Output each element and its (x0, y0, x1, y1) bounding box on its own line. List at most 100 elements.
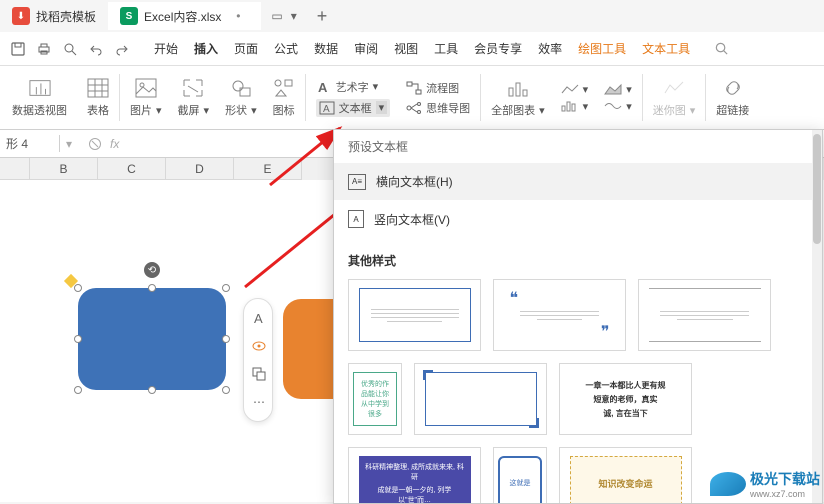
ribbon-label: 迷你图 (653, 102, 686, 118)
ribbon-sparkline[interactable]: 迷你图▾ (645, 66, 704, 129)
resize-handle[interactable] (222, 335, 230, 343)
chevron-down-icon[interactable]: ▾ (376, 101, 388, 114)
dropdown-vertical-textbox[interactable]: A 竖向文本框(V) (334, 200, 822, 238)
ribbon-shapes[interactable]: 形状▾ (217, 66, 265, 129)
chevron-down-icon[interactable]: ▾ (539, 104, 545, 117)
window-icon[interactable]: ▭ (271, 9, 282, 23)
ribbon-pivot[interactable]: 数据透视图 (0, 66, 79, 129)
ribbon-area-chart[interactable]: ▾ (604, 83, 632, 96)
more-tool-icon[interactable]: ⋯ (248, 391, 270, 413)
tab-excel[interactable]: S Excel内容.xlsx • (108, 2, 261, 30)
formula-fx-icon[interactable]: fx (110, 137, 119, 151)
menu-formula[interactable]: 公式 (274, 40, 298, 57)
col-header[interactable]: C (98, 158, 166, 180)
ribbon-flowchart[interactable]: 流程图 (406, 80, 470, 96)
menu-start[interactable]: 开始 (154, 40, 178, 57)
menu-review[interactable]: 审阅 (354, 40, 378, 57)
menu-page[interactable]: 页面 (234, 40, 258, 57)
mindmap-icon (406, 101, 422, 115)
tab-close-icon[interactable]: • (227, 9, 249, 23)
resize-handle[interactable] (222, 284, 230, 292)
resize-handle[interactable] (74, 284, 82, 292)
textbox-style-6[interactable]: 一章一本都比人更有规短意的老师，真实诚, 言在当下 (559, 363, 692, 435)
save-icon[interactable] (10, 41, 26, 57)
ribbon-screenshot[interactable]: 截屏▾ (170, 66, 218, 129)
rotate-handle[interactable]: ⟲ (144, 262, 160, 278)
text-tool-icon[interactable]: A (248, 307, 270, 329)
name-box[interactable]: 形 4 (0, 135, 60, 152)
resize-handle[interactable] (148, 284, 156, 292)
new-tab-button[interactable]: + (307, 6, 338, 27)
menu-member[interactable]: 会员专享 (474, 40, 522, 57)
menu-data[interactable]: 数据 (314, 40, 338, 57)
print-icon[interactable] (36, 41, 52, 57)
textbox-style-7[interactable]: 科研精神整理, 成所成就来来, 科研成就是一朝一夕的, 列学以"世"而… (348, 447, 481, 504)
preview-icon[interactable] (62, 41, 78, 57)
chevron-down-icon[interactable]: ▾ (583, 83, 589, 96)
textbox-style-4[interactable]: 优秀的作品能让你从中学到很多 (348, 363, 402, 435)
textbox-style-9[interactable]: 知识改变命运 (559, 447, 692, 504)
chevron-down-icon[interactable]: ▾ (204, 104, 210, 117)
ribbon-label: 图标 (273, 102, 295, 118)
chevron-down-icon[interactable]: ▾ (373, 80, 379, 93)
color-tool-icon[interactable] (248, 335, 270, 357)
col-header[interactable]: B (30, 158, 98, 180)
ribbon-table[interactable]: 表格 (79, 66, 117, 129)
textbox-style-3[interactable] (638, 279, 771, 351)
all-charts-icon (507, 77, 529, 99)
search-icon[interactable] (704, 41, 739, 56)
menu-efficiency[interactable]: 效率 (538, 40, 562, 57)
col-header[interactable]: E (234, 158, 302, 180)
chevron-down-icon[interactable]: ▾ (583, 100, 589, 113)
textbox-style-2[interactable]: ❝❞ (493, 279, 626, 351)
cancel-icon[interactable] (88, 137, 102, 151)
shape-rounded-rect[interactable]: ⟲ (78, 288, 226, 390)
redo-icon[interactable] (114, 41, 130, 57)
resize-handle[interactable] (222, 386, 230, 394)
excel-icon: S (120, 7, 138, 25)
resize-handle[interactable] (148, 386, 156, 394)
scrollbar-vertical[interactable] (812, 130, 822, 503)
chevron-down-icon[interactable]: ▾ (60, 137, 78, 151)
menu-view[interactable]: 视图 (394, 40, 418, 57)
resize-handle[interactable] (74, 335, 82, 343)
menu-tools[interactable]: 工具 (434, 40, 458, 57)
shape-orange-rect[interactable] (283, 299, 333, 399)
ribbon-wave[interactable]: ▾ (604, 100, 632, 113)
resize-handle[interactable] (74, 386, 82, 394)
dropdown-horizontal-textbox[interactable]: A≡ 横向文本框(H) (334, 163, 822, 200)
sparkline-icon (663, 77, 685, 99)
ribbon-icons[interactable]: 图标 (265, 66, 303, 129)
menu-draw-tools[interactable]: 绘图工具 (578, 40, 626, 57)
chevron-down-icon[interactable]: ▾ (626, 100, 632, 113)
menu-text-tools[interactable]: 文本工具 (642, 40, 690, 57)
ribbon-picture[interactable]: 图片▾ (122, 66, 170, 129)
ribbon-label: 超链接 (716, 102, 749, 118)
ribbon-bar-chart[interactable]: ▾ (561, 100, 589, 113)
ribbon-all-charts[interactable]: 全部图表▾ (483, 66, 553, 129)
ribbon-wordart[interactable]: A 艺术字 ▾ (316, 79, 391, 95)
ribbon-hyperlink[interactable]: 超链接 (708, 66, 757, 129)
ribbon-mindmap[interactable]: 思维导图 (406, 100, 470, 116)
menu-insert[interactable]: 插入 (194, 40, 218, 57)
textbox-style-1[interactable] (348, 279, 481, 351)
chevron-down-icon[interactable]: ▾ (626, 83, 632, 96)
watermark-url: www.xz7.com (750, 489, 820, 499)
textbox-style-8[interactable]: 这就是 (493, 447, 547, 504)
flowchart-icon (406, 81, 422, 95)
chevron-down-icon[interactable]: ▾ (291, 9, 297, 23)
dropdown-item-label: 横向文本框(H) (376, 173, 453, 190)
chevron-down-icon[interactable]: ▾ (156, 104, 162, 117)
vertical-textbox-icon: A (348, 210, 364, 228)
ribbon-label: 数据透视图 (12, 102, 67, 118)
ribbon-textbox[interactable]: A 文本框 ▾ (316, 99, 391, 117)
arrange-tool-icon[interactable] (248, 363, 270, 385)
tab-template[interactable]: ⬇ 找稻壳模板 (0, 2, 108, 30)
ribbon-line-chart[interactable]: ▾ (561, 83, 589, 96)
undo-icon[interactable] (88, 41, 104, 57)
col-header[interactable]: D (166, 158, 234, 180)
scrollbar-thumb[interactable] (813, 134, 821, 244)
row-col-corner[interactable] (0, 158, 30, 180)
textbox-style-5[interactable] (414, 363, 547, 435)
chevron-down-icon[interactable]: ▾ (251, 104, 257, 117)
